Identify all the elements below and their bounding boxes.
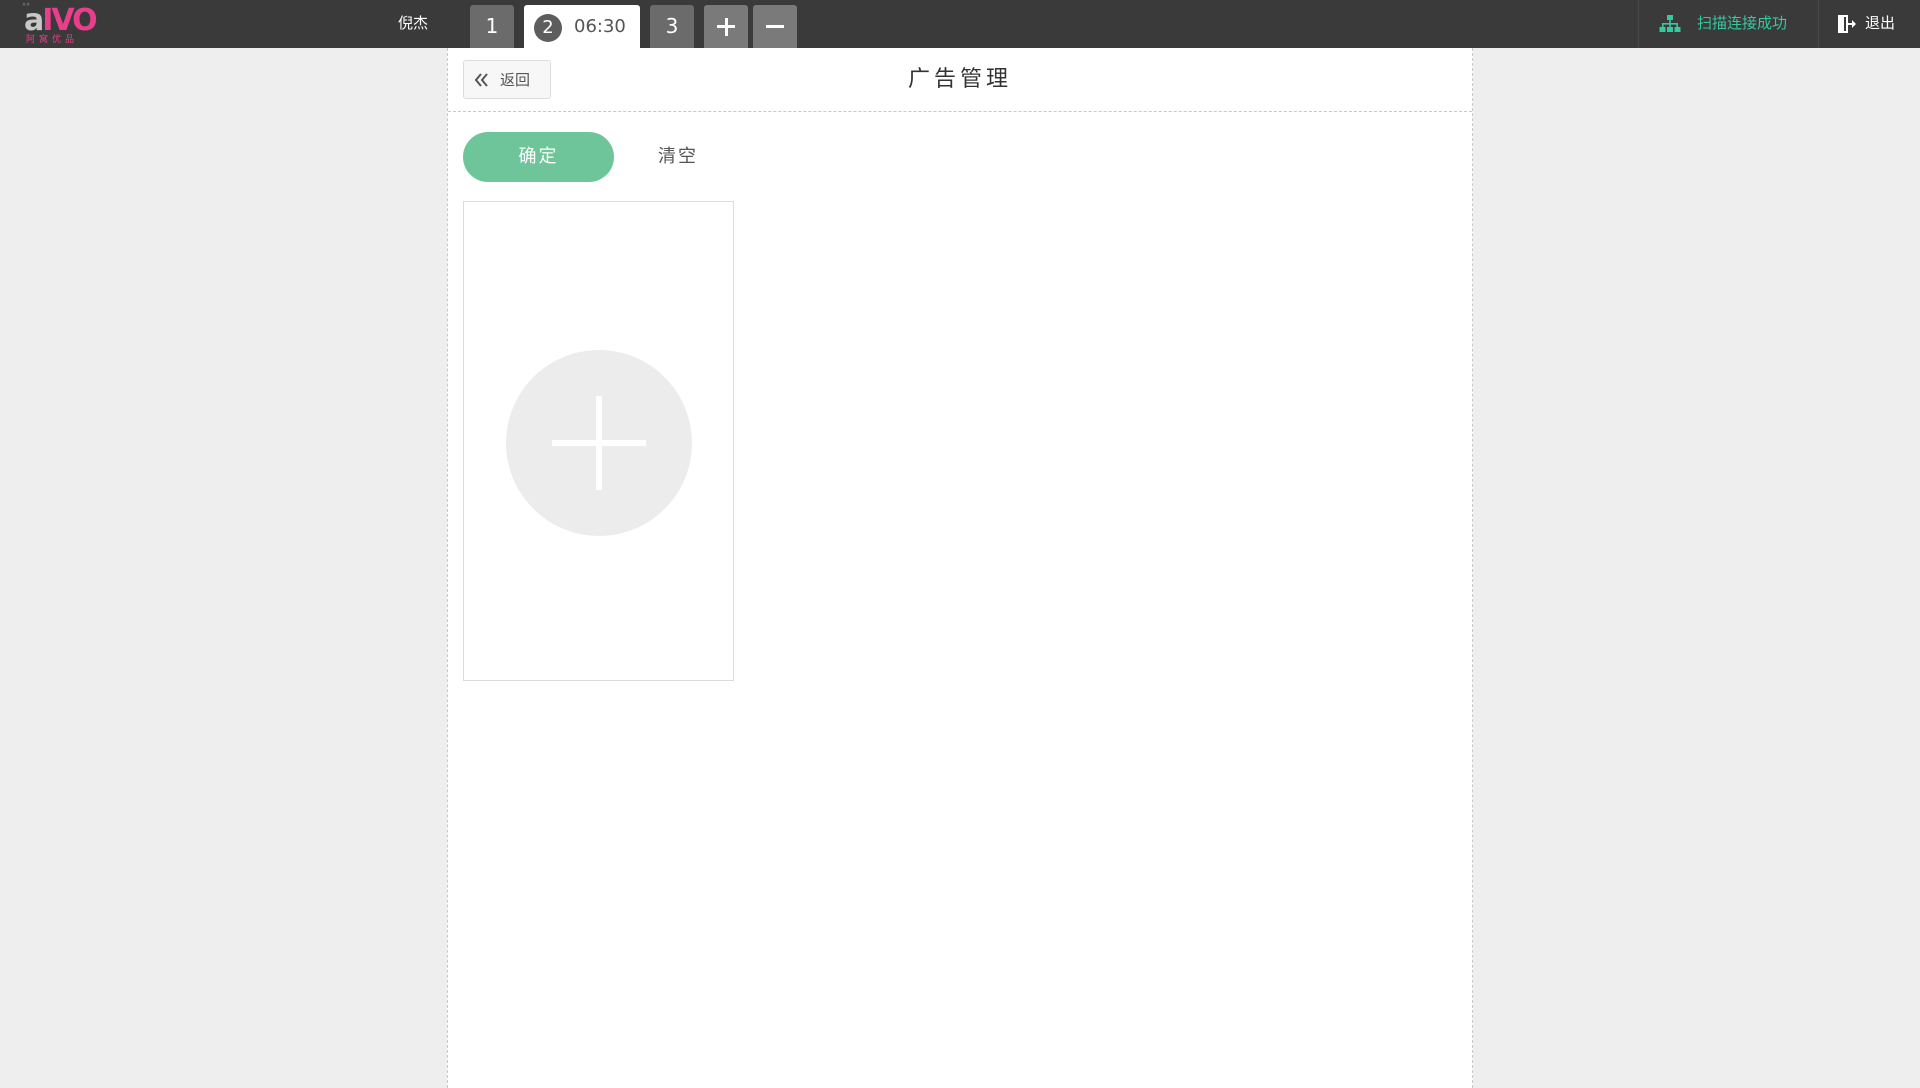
- logo-subtitle: 阿窝优品: [26, 35, 79, 45]
- add-circle-icon[interactable]: [506, 350, 692, 536]
- add-tab-button[interactable]: [704, 5, 748, 48]
- logout-label: 退出: [1865, 14, 1896, 32]
- confirm-button[interactable]: 确定: [463, 132, 614, 182]
- logout-button[interactable]: 退出: [1818, 0, 1920, 48]
- remove-tab-button[interactable]: [753, 5, 797, 48]
- tab-1-label: 1: [485, 14, 499, 38]
- exit-icon: [1838, 15, 1856, 33]
- double-chevron-left-icon: [474, 73, 488, 87]
- ad-upload-slot[interactable]: [463, 201, 734, 681]
- tab-2-number-badge: 2: [534, 14, 562, 42]
- top-bar: °° aIVO 阿窝优品 倪杰 1 2 06:30 3 扫描连接成功 退出: [0, 0, 1920, 48]
- tab-3-label: 3: [665, 14, 679, 38]
- main-panel: 广告管理 返回 确定 清空: [447, 48, 1473, 1088]
- scan-status-label: 扫描连接成功: [1697, 14, 1788, 32]
- user-name: 倪杰: [398, 14, 429, 32]
- logo-word: aIVO: [24, 3, 98, 38]
- clear-button[interactable]: 清空: [628, 132, 728, 182]
- back-button-label: 返回: [500, 71, 531, 89]
- tab-2-timer: 06:30: [574, 16, 626, 37]
- tab-1[interactable]: 1: [470, 5, 514, 48]
- scan-status: 扫描连接成功: [1638, 0, 1818, 48]
- network-icon: [1659, 15, 1681, 32]
- panel-header: 广告管理 返回: [448, 48, 1472, 112]
- back-button[interactable]: 返回: [463, 60, 551, 99]
- tab-2-active[interactable]: 2 06:30: [524, 5, 640, 48]
- brand-logo: °° aIVO 阿窝优品: [20, 2, 98, 46]
- page-title: 广告管理: [907, 67, 1012, 92]
- tab-3[interactable]: 3: [650, 5, 694, 48]
